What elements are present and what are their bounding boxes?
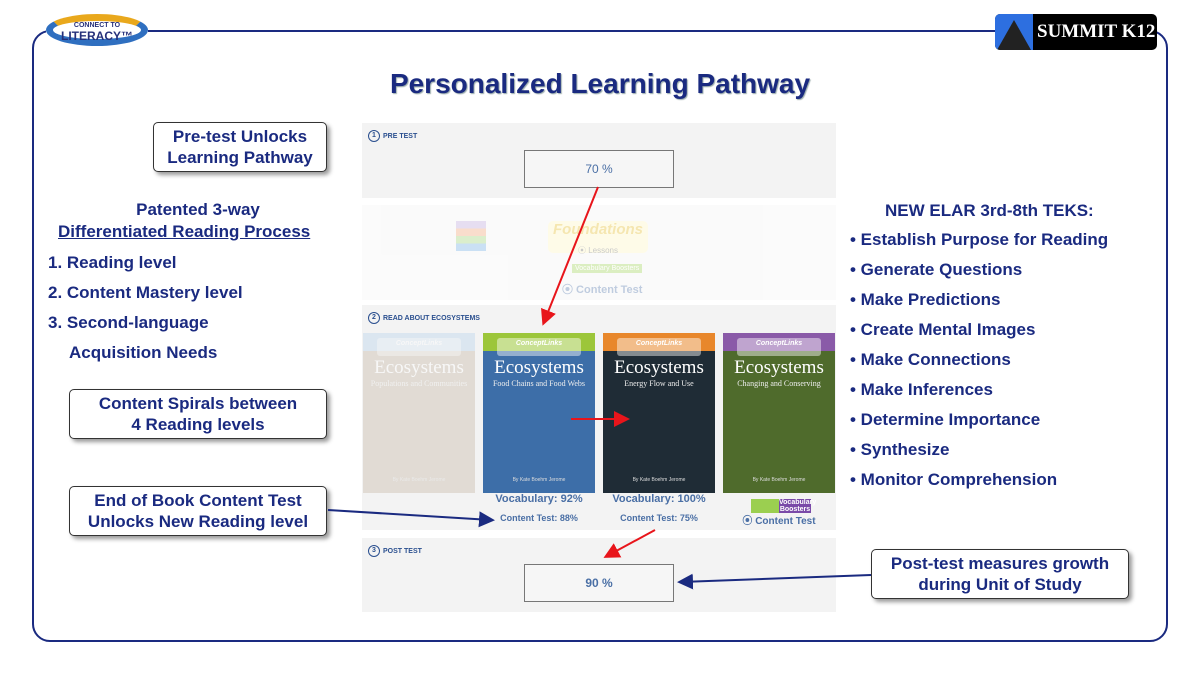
right-heading: NEW ELAR 3rd-8th TEKS: [885, 201, 1094, 220]
callout-line: Pre-test Unlocks [172, 127, 308, 146]
step-label: 1 PRE TEST [368, 130, 417, 142]
book-cover[interactable]: ConceptLinks Ecosystems Energy Flow and Us… [603, 333, 715, 493]
callout-pretest: Pre-test Unlocks Learning Pathway [153, 122, 327, 172]
callout-line: Post-test measures growth [890, 554, 1110, 573]
step-title: PRE TEST [383, 132, 418, 140]
book-byline: By Kate Boehm Jerome [392, 477, 446, 483]
vocab-boosters-button[interactable]: Vocabulary Boosters [751, 499, 816, 513]
callout-line: End of Book Content Test [94, 491, 302, 510]
series-logo: ConceptLinks [737, 338, 821, 356]
logo-text-top: CONNECT TO [73, 22, 121, 29]
vocab-boosters-button[interactable]: Vocabulary Boosters [572, 264, 643, 273]
left-heading-1: Patented 3-way [136, 200, 260, 219]
left-item: Acquisition Needs [69, 343, 218, 362]
step-title: READ ABOUT ECOSYSTEMS [383, 314, 480, 322]
book-title: Ecosystems [494, 357, 584, 378]
teks-item: • Make Connections [850, 350, 1011, 369]
teks-item: • Create Mental Images [850, 320, 1036, 339]
connect-to-literacy-logo: CONNECT TO LITERACY™ [46, 12, 148, 48]
series-logo: ConceptLinks [377, 338, 461, 356]
left-heading-2: Differentiated Reading Process [58, 222, 311, 241]
book-cover[interactable]: ConceptLinks Ecosystems Populations and Co… [363, 333, 475, 493]
logo-text-main: LITERACY™ [61, 29, 133, 43]
content-test-score: Content Test: 75% [620, 513, 698, 523]
callout-line: Unlocks New Reading level [87, 512, 309, 531]
book-cover[interactable]: ConceptLinks Ecosystems Changing and Conse… [723, 333, 835, 493]
book-subtitle: Populations and Communities [370, 379, 468, 388]
step-number: 2 [368, 312, 380, 324]
left-item: 3. Second-language [48, 313, 209, 332]
slide-title: Personalized Learning Pathway [389, 68, 811, 99]
vocabulary-score: Vocabulary: 100% [612, 493, 706, 505]
callout-posttest: Post-test measures growth during Unit of … [871, 549, 1129, 599]
step-number: 1 [368, 130, 380, 142]
teks-item: • Determine Importance [850, 410, 1041, 429]
series-logo: ConceptLinks [617, 338, 701, 356]
teks-item: • Synthesize [850, 440, 950, 459]
book-subtitle: Energy Flow and Use [624, 379, 694, 388]
book-byline: By Kate Boehm Jerome [632, 477, 686, 483]
content-test-score: Content Test: 88% [500, 513, 578, 523]
content-test-link[interactable]: ⦿ Content Test [562, 281, 642, 297]
summit-k12-logo: SUMMIT K12 [995, 14, 1157, 50]
lessons-link[interactable]: ⦿ Lessons [548, 245, 648, 256]
left-item: 1. Reading level [48, 253, 177, 272]
foundations-panel: Foundations ⦿ Lessons Vocabulary Booster… [362, 205, 836, 300]
book-title: Ecosystems [374, 357, 464, 378]
book-title: Ecosystems [614, 357, 704, 378]
step-title: POST TEST [383, 547, 422, 555]
teks-item: • Establish Purpose for Reading [850, 230, 1109, 249]
step-label: 3 POST TEST [368, 545, 422, 557]
book-title: Ecosystems [734, 357, 824, 378]
callout-line: Content Spirals between [98, 394, 298, 413]
book-subtitle: Food Chains and Food Webs [492, 379, 586, 388]
posttest-panel: 3 POST TEST 90 % [362, 538, 836, 612]
left-item: 2. Content Mastery level [48, 283, 243, 302]
pretest-panel: 1 PRE TEST 70 % [362, 123, 836, 198]
callout-end-of-book: End of Book Content Test Unlocks New Read… [69, 486, 327, 536]
mountain-icon [995, 14, 1033, 50]
teks-item: • Generate Questions [850, 260, 1023, 279]
posttest-score: 90 % [524, 564, 674, 602]
step-label: 2 READ ABOUT ECOSYSTEMS [368, 312, 480, 324]
callout-line: 4 Reading levels [131, 415, 265, 434]
step-number: 3 [368, 545, 380, 557]
callout-line: Learning Pathway [167, 148, 313, 167]
levels-icon [456, 221, 486, 251]
content-test-link[interactable]: ⦿ Content Test [723, 512, 835, 527]
callout-line: during Unit of Study [918, 575, 1082, 594]
book-byline: By Kate Boehm Jerome [512, 477, 566, 483]
book-subtitle: Changing and Conserving [737, 379, 821, 388]
pretest-score: 70 % [524, 150, 674, 188]
logo-text: SUMMIT K12 [1037, 21, 1156, 42]
series-logo: ConceptLinks [497, 338, 581, 356]
teks-item: • Make Predictions [850, 290, 1001, 309]
callout-spirals: Content Spirals between 4 Reading levels [69, 389, 327, 439]
book-cover[interactable]: ConceptLinks Ecosystems Food Chains and Fo… [483, 333, 595, 493]
vocabulary-score: Vocabulary: 92% [495, 493, 583, 505]
teks-item: • Monitor Comprehension [850, 470, 1058, 489]
teks-item: • Make Inferences [850, 380, 993, 399]
book-byline: By Kate Boehm Jerome [752, 477, 806, 483]
